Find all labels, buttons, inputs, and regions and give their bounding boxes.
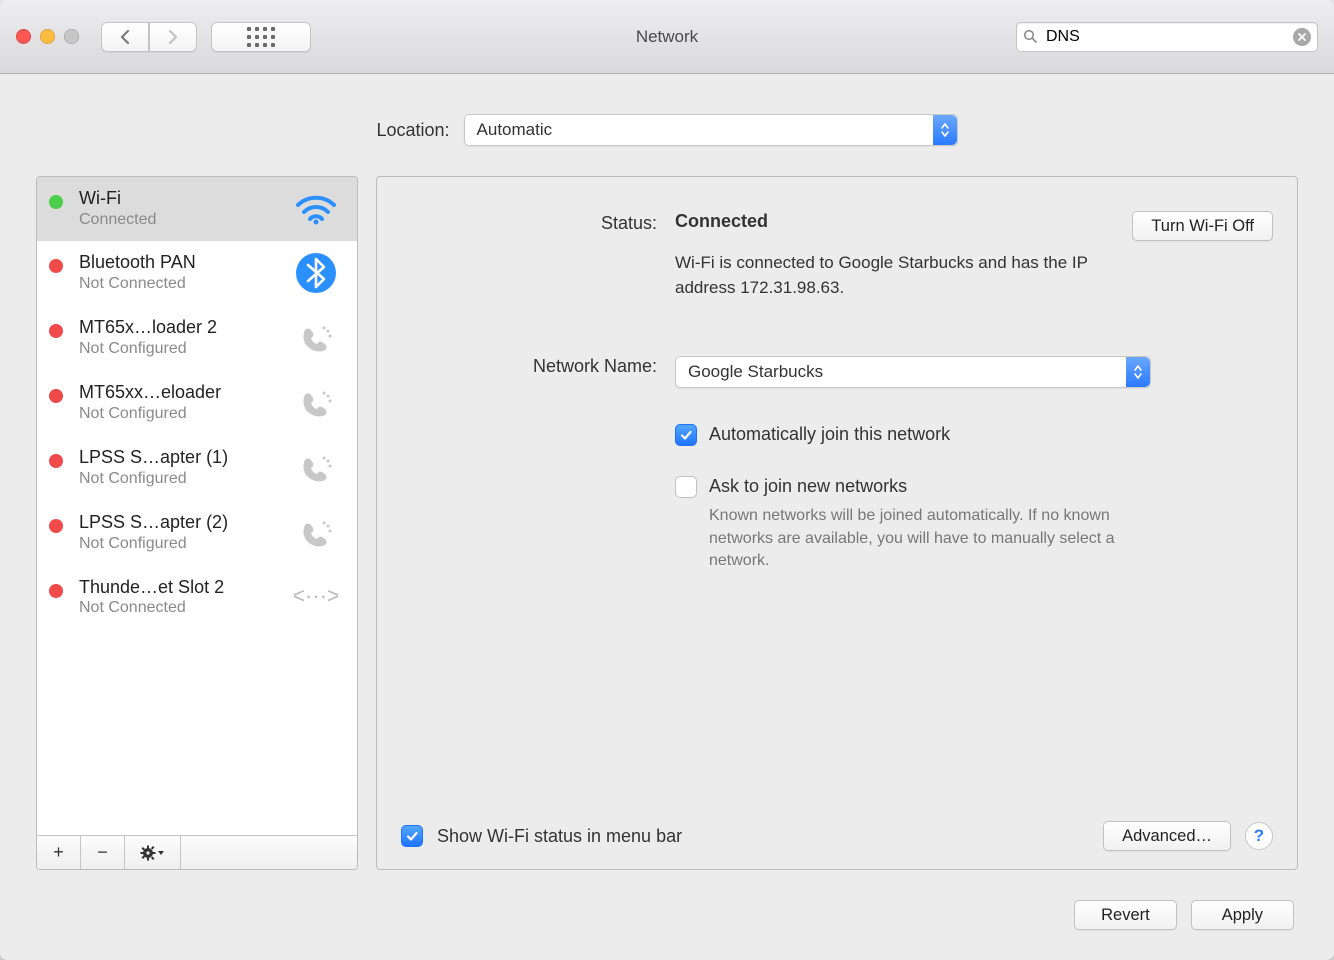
checkmark-icon [679,428,693,442]
menubar-checkbox[interactable] [401,825,423,847]
service-action-menu[interactable] [125,836,181,869]
location-value: Automatic [465,120,565,140]
auto-join-label: Automatically join this network [709,424,950,445]
toolbar: Network [0,0,1334,74]
location-label: Location: [376,120,449,141]
ask-join-row: Ask to join new networks Known networks … [675,476,1273,572]
popup-stepper-icon [933,115,957,145]
location-row: Location: Automatic [0,74,1334,176]
checkmark-icon [405,829,419,843]
minimize-window[interactable] [40,29,55,44]
service-name: Wi-Fi [79,187,279,210]
help-button[interactable]: ? [1245,822,1273,850]
content: Wi-FiConnectedBluetooth PANNot Connected… [0,176,1334,870]
panel-bottom-row: Show Wi-Fi status in menu bar Advanced… … [401,821,1273,851]
gear-icon [140,845,166,861]
auto-join-row: Automatically join this network [675,424,1273,446]
service-status: Not Connected [79,598,279,618]
service-item[interactable]: LPSS S…apter (2)Not Configured [37,501,357,566]
revert-button[interactable]: Revert [1074,900,1177,930]
search-icon [1023,29,1038,44]
wifi-icon [287,191,345,225]
ethernet-icon: <···> [287,580,345,614]
phone-icon [287,511,345,555]
chevron-right-icon [167,29,179,45]
bluetooth-icon [287,251,345,295]
popup-stepper-icon [1126,357,1150,387]
search-field[interactable] [1016,22,1318,52]
auto-join-checkbox[interactable] [675,424,697,446]
phone-icon [287,446,345,490]
service-name: MT65xx…eloader [79,381,279,404]
status-row: Status: Connected Turn Wi-Fi Off Wi-Fi i… [401,211,1273,300]
status-label: Status: [401,211,657,300]
service-name: LPSS S…apter (1) [79,446,279,469]
service-status: Connected [79,210,279,230]
ask-join-label: Ask to join new networks [709,476,1139,497]
detail-panel: Status: Connected Turn Wi-Fi Off Wi-Fi i… [376,176,1298,870]
service-status: Not Configured [79,339,279,359]
service-item[interactable]: Thunde…et Slot 2Not Connected <···> [37,566,357,630]
service-item[interactable]: Bluetooth PANNot Connected [37,241,357,306]
status-dot-icon [49,259,63,273]
menubar-label: Show Wi-Fi status in menu bar [437,826,682,847]
service-status: Not Configured [79,469,279,489]
service-status: Not Configured [79,404,279,424]
add-service-button[interactable]: + [37,836,81,869]
chevron-left-icon [119,29,131,45]
service-item[interactable]: MT65xx…eloaderNot Configured [37,371,357,436]
remove-service-button[interactable]: − [81,836,125,869]
service-item[interactable]: LPSS S…apter (1)Not Configured [37,436,357,501]
service-status: Not Configured [79,534,279,554]
clear-search-icon[interactable] [1293,28,1311,46]
grid-icon [247,27,275,47]
back-button[interactable] [101,22,149,52]
footer-actions: Revert Apply [0,870,1334,960]
network-name-row: Network Name: Google Starbucks Automati [401,354,1273,572]
window-controls [16,29,79,44]
svg-text:<···>: <···> [294,583,338,608]
sidebar-footer: + − [37,835,357,869]
status-value: Connected [675,211,768,232]
network-name-value: Google Starbucks [676,362,835,382]
status-dot-icon [49,195,63,209]
service-status: Not Connected [79,274,279,294]
network-name-label: Network Name: [401,354,657,572]
ask-join-note: Known networks will be joined automatica… [709,505,1139,572]
show-all-button[interactable] [211,22,311,52]
service-list: Wi-FiConnectedBluetooth PANNot Connected… [37,177,357,835]
service-name: Bluetooth PAN [79,251,279,274]
ask-join-checkbox[interactable] [675,476,697,498]
service-sidebar: Wi-FiConnectedBluetooth PANNot Connected… [36,176,358,870]
service-name: Thunde…et Slot 2 [79,576,279,599]
advanced-button[interactable]: Advanced… [1103,821,1231,851]
status-dot-icon [49,324,63,338]
close-window[interactable] [16,29,31,44]
status-dot-icon [49,584,63,598]
status-dot-icon [49,519,63,533]
status-description: Wi-Fi is connected to Google Starbucks a… [675,251,1135,300]
service-name: MT65x…loader 2 [79,316,279,339]
phone-icon [287,316,345,360]
zoom-window[interactable] [64,29,79,44]
phone-icon [287,381,345,425]
search-input[interactable] [1044,27,1287,47]
forward-button[interactable] [149,22,197,52]
network-prefs-window: Network Location: Automatic Wi-FiConnect… [0,0,1334,960]
location-popup[interactable]: Automatic [464,114,958,146]
network-name-popup[interactable]: Google Starbucks [675,356,1151,388]
service-item[interactable]: MT65x…loader 2Not Configured [37,306,357,371]
service-item[interactable]: Wi-FiConnected [37,177,357,241]
status-dot-icon [49,389,63,403]
wifi-toggle-button[interactable]: Turn Wi-Fi Off [1132,211,1273,241]
nav-buttons [101,22,197,52]
status-dot-icon [49,454,63,468]
apply-button[interactable]: Apply [1191,900,1294,930]
service-name: LPSS S…apter (2) [79,511,279,534]
